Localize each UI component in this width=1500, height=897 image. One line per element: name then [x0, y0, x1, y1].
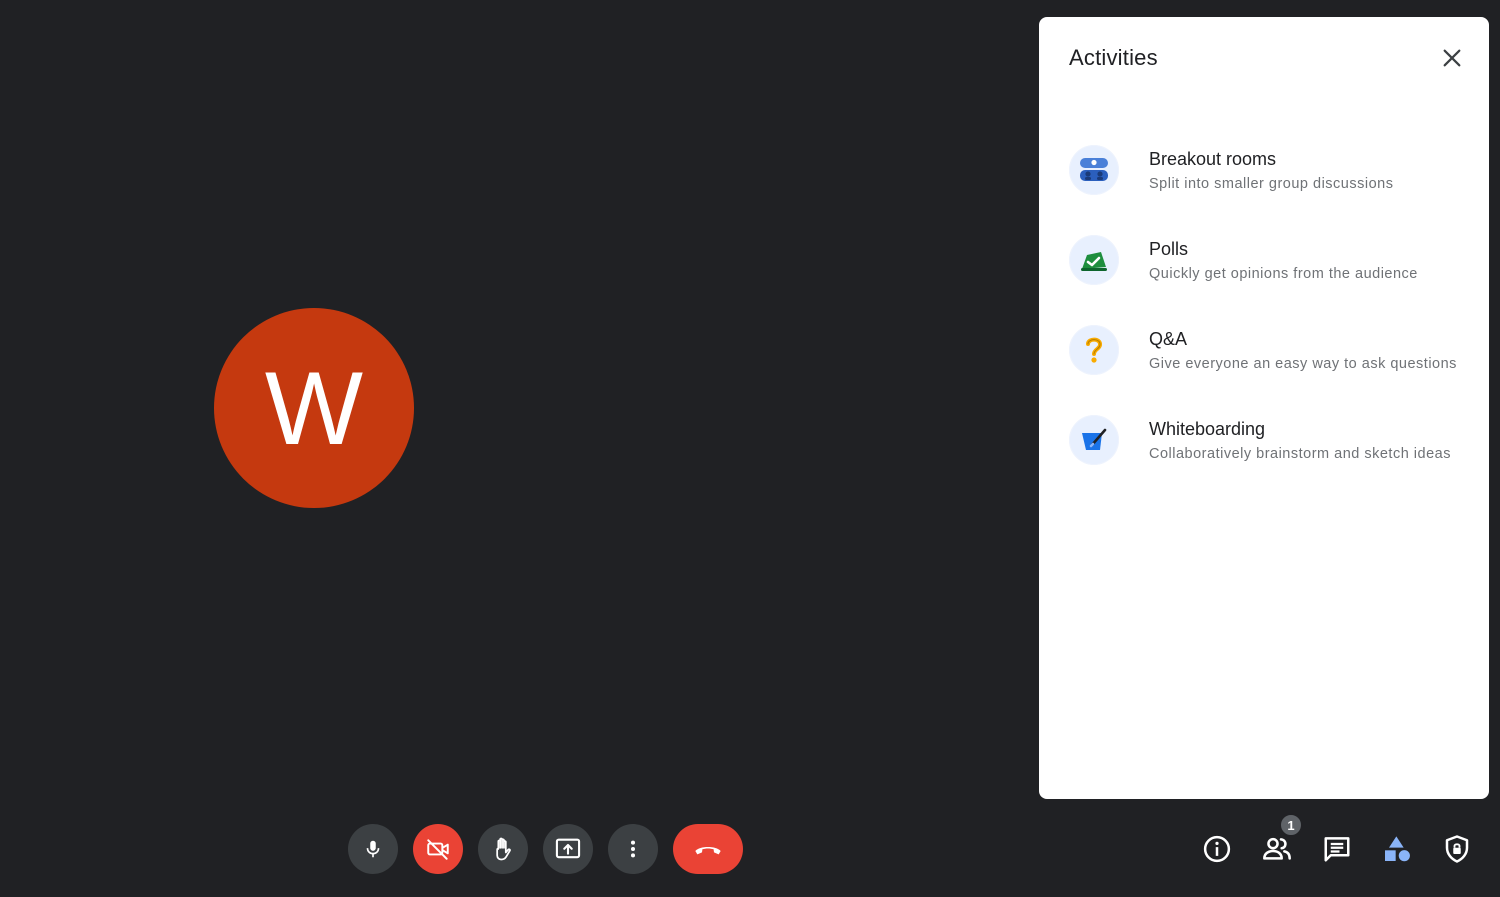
breakout-rooms-icon	[1069, 145, 1119, 195]
end-call-button[interactable]	[673, 824, 743, 874]
participant-avatar: W	[214, 308, 414, 508]
raise-hand-button[interactable]	[478, 824, 528, 874]
microphone-button[interactable]	[348, 824, 398, 874]
present-screen-icon	[555, 838, 581, 859]
activity-name: Q&A	[1149, 328, 1188, 349]
activity-polls[interactable]: Polls Quickly get opinions from the audi…	[1069, 215, 1469, 305]
camera-toggle-button[interactable]	[413, 824, 463, 874]
more-options-icon	[630, 840, 636, 858]
host-controls-icon	[1445, 835, 1469, 863]
close-panel-button[interactable]	[1437, 43, 1467, 73]
activity-description: Quickly get opinions from the audience	[1149, 265, 1418, 282]
activity-qa[interactable]: Q&A Give everyone an easy way to ask que…	[1069, 305, 1469, 395]
activity-description: Split into smaller group discussions	[1149, 175, 1394, 192]
camera-off-icon	[427, 839, 449, 860]
end-call-icon	[695, 847, 721, 855]
chat-button[interactable]	[1317, 829, 1357, 869]
participant-initial: W	[264, 351, 364, 467]
info-icon	[1203, 835, 1231, 863]
whiteboard-icon	[1069, 415, 1119, 465]
panel-title: Activities	[1069, 45, 1158, 70]
more-options-button[interactable]	[608, 824, 658, 874]
polls-icon	[1069, 235, 1119, 285]
raise-hand-icon	[496, 837, 511, 861]
host-controls-button[interactable]	[1437, 829, 1477, 869]
people-count-badge: 1	[1279, 813, 1303, 837]
chat-icon	[1324, 837, 1350, 862]
activities-panel: Activities Breakout rooms Split into sma…	[1039, 17, 1489, 799]
present-screen-button[interactable]	[543, 824, 593, 874]
activity-description: Collaboratively brainstorm and sketch id…	[1149, 445, 1451, 462]
close-icon	[1443, 49, 1461, 67]
microphone-icon	[366, 840, 380, 858]
activity-name: Polls	[1149, 238, 1189, 259]
qa-icon	[1069, 325, 1119, 375]
meeting-stage: W Activities Breakout rooms Split into s…	[0, 0, 1500, 897]
activities-list: Breakout rooms Split into smaller group …	[1069, 125, 1469, 485]
activity-whiteboarding[interactable]: Whiteboarding Collaboratively brainstorm…	[1069, 395, 1469, 485]
activity-name: Whiteboarding	[1149, 418, 1266, 439]
activity-name: Breakout rooms	[1149, 148, 1277, 169]
activity-description: Give everyone an easy way to ask questio…	[1149, 355, 1457, 372]
meeting-details-button[interactable]	[1197, 829, 1237, 869]
activities-button[interactable]	[1377, 829, 1417, 869]
people-icon	[1263, 837, 1291, 860]
activities-icon	[1385, 836, 1410, 862]
activity-breakout-rooms[interactable]: Breakout rooms Split into smaller group …	[1069, 125, 1469, 215]
